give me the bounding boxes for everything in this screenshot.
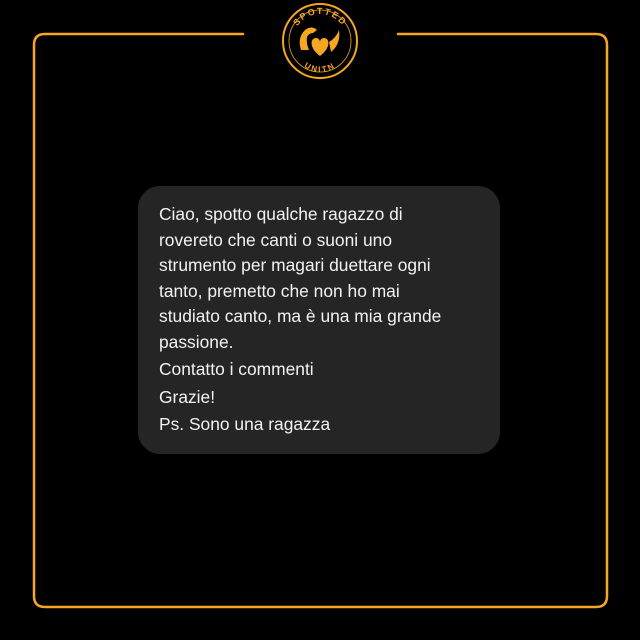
eagle-heart-logo-icon: SPOTTED UNITN xyxy=(282,3,358,79)
message-paragraph-thanks: Grazie! xyxy=(159,386,216,407)
message-paragraph-intro: Ciao, spotto qualche ragazzo di rovereto… xyxy=(159,204,442,352)
message-paragraph-contact: Contatto i commenti xyxy=(159,359,314,379)
post-canvas: SPOTTED UNITN Ciao, spotto qualche ragaz… xyxy=(0,0,640,640)
message-bubble: Ciao, spotto qualche ragazzo di rovereto… xyxy=(138,186,500,454)
spotted-unitn-logo: SPOTTED UNITN xyxy=(279,0,361,82)
message-paragraph-ps: Ps. Sono una ragazza xyxy=(159,414,331,434)
